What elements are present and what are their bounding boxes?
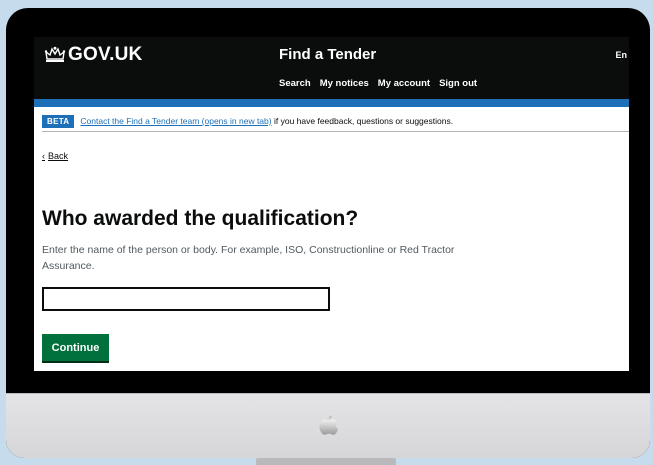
beta-tag: BETA [42, 114, 75, 128]
phase-banner: BETA Contact the Find a Tender team (ope… [42, 111, 629, 132]
back-link[interactable]: ‹ Back [42, 151, 68, 161]
govuk-logo-link[interactable]: GOV.UK [68, 44, 142, 66]
monitor-stand [256, 458, 396, 465]
page-title: Who awarded the qualification? [42, 207, 359, 230]
crown-icon [44, 46, 66, 62]
header-accent-bar [34, 99, 629, 107]
chevron-left-icon: ‹ [42, 151, 45, 161]
nav-search[interactable]: Search [279, 78, 311, 89]
back-link-label: Back [48, 151, 69, 161]
continue-button[interactable]: Continue [42, 334, 109, 361]
apple-logo-icon [319, 414, 339, 435]
nav-my-account[interactable]: My account [378, 78, 430, 89]
screen: GOV.UK Find a Tender En Search My notice… [34, 37, 629, 371]
monitor: GOV.UK Find a Tender En Search My notice… [6, 8, 650, 458]
hint-text: Enter the name of the person or body. Fo… [42, 244, 455, 272]
nav-sign-out[interactable]: Sign out [439, 78, 477, 89]
nav-my-notices[interactable]: My notices [320, 78, 369, 89]
feedback-link[interactable]: Contact the Find a Tender team (opens in… [80, 116, 271, 126]
monitor-chin [6, 393, 650, 458]
qualification-awarder-input[interactable] [42, 287, 330, 311]
feedback-text: if you have feedback, questions or sugge… [273, 116, 454, 126]
govuk-header: GOV.UK Find a Tender En Search My notice… [34, 37, 629, 99]
language-link[interactable]: En [615, 50, 627, 60]
header-nav: Search My notices My account Sign out [279, 78, 477, 89]
service-name[interactable]: Find a Tender [279, 46, 376, 63]
